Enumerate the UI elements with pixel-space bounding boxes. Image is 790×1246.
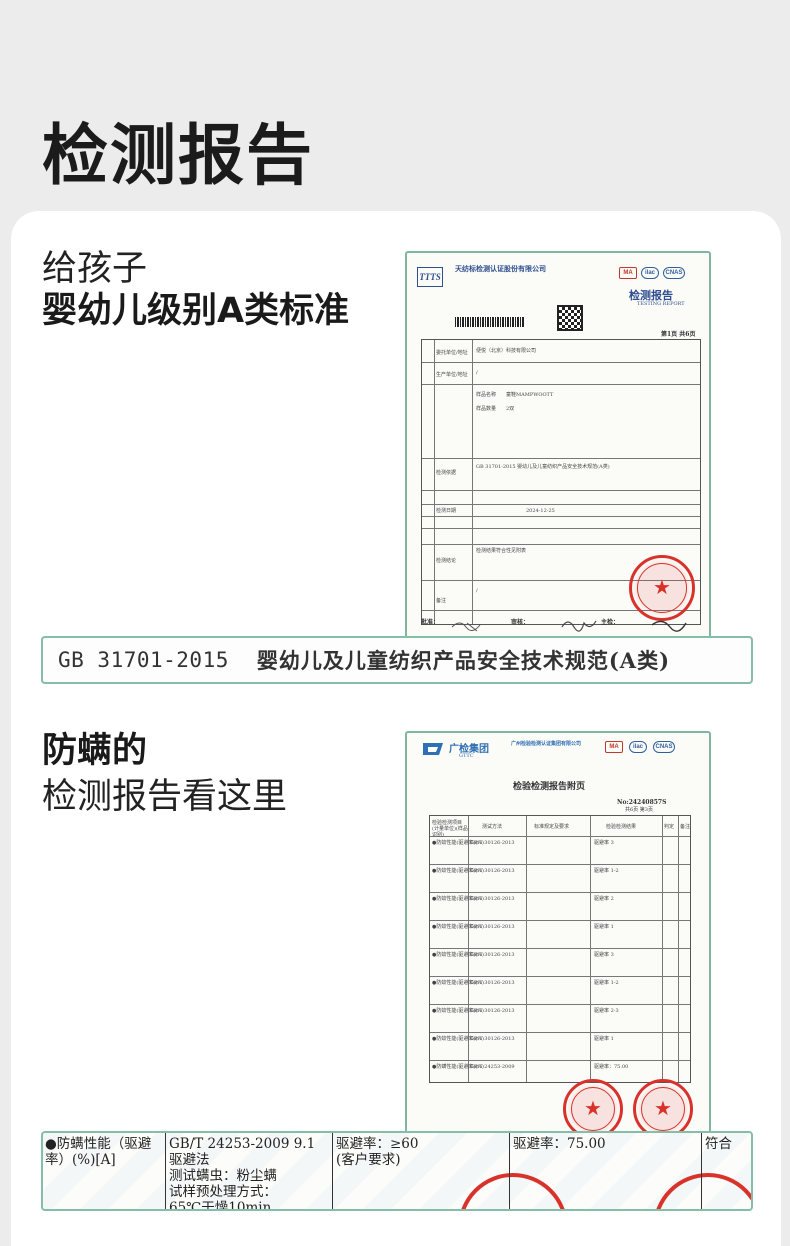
table-cell: 驱避率 1-2	[594, 980, 619, 986]
report1-doc-subtitle: TESTING REPORT	[637, 301, 685, 307]
cnas-badge-icon: CNAS	[663, 267, 685, 279]
report2-org-name: 广州检验检测认证集团有限公司	[511, 741, 582, 747]
cnas-badge-icon: CNAS	[653, 741, 675, 753]
report2-page-info: 共6页 第3页	[625, 807, 653, 813]
signature-icon	[451, 620, 687, 632]
standard-code: GB 31701-2015	[58, 648, 229, 672]
section-a-line1: 给孩子	[42, 249, 148, 289]
section-b-line1: 防螨的	[42, 731, 148, 771]
standard-name: 婴幼儿及儿童纺织产品安全技术规范(A类)	[256, 648, 671, 673]
table-header: 检验检测结果	[606, 824, 637, 830]
report2-report-no: No:24240857S	[617, 799, 667, 806]
table-cell: 驱避率 2-3	[594, 1008, 619, 1014]
table-cell: GB/T 30126-2013	[470, 980, 515, 986]
mite-result-banner: ●防螨性能（驱避 率）(%)[A] GB/T 24253-2009 9.1 驱避…	[41, 1131, 753, 1211]
ilac-badge-icon: ilac	[629, 741, 647, 753]
table-cell: GB/T 24253-2009	[470, 1064, 515, 1070]
table-cell: /	[476, 370, 478, 376]
table-cell: 驱避率 1	[594, 924, 614, 930]
page-title: 检测报告	[42, 117, 314, 194]
cma-badge-icon: MA	[605, 741, 623, 753]
table-row: 委托单位/地址	[436, 350, 468, 356]
test-report-image-1: TTTS 天纺标检测认证股份有限公司 MA ilac CNAS 检测报告 TES…	[405, 251, 711, 641]
mite-method: GB/T 24253-2009 9.1 驱避法 测试螨虫：粉尘螨 试样预处理方式…	[169, 1136, 316, 1211]
section-a-heading: 给孩子 婴幼儿级别A类标准	[42, 248, 349, 332]
gttc-logo-icon	[423, 743, 443, 755]
table-row: 检测日期	[436, 508, 457, 514]
table-header: 标准规定及要求	[534, 824, 570, 830]
report1-page-info: 第1页 共6页	[661, 331, 696, 338]
table-row: 样品数量	[476, 406, 497, 412]
table-cell: 便悦（北京）科技有限公司	[476, 348, 537, 354]
table-cell: 驱避率 1	[594, 1036, 614, 1042]
mite-verdict: 符合	[705, 1136, 732, 1152]
section-b-heading: 防螨的 检测报告看这里	[42, 728, 287, 820]
barcode-icon	[455, 317, 525, 327]
table-cell: 驱避率 2	[594, 896, 614, 902]
table-row: 检测结论	[436, 558, 457, 564]
table-cell: GB 31701-2015 婴幼儿及儿童纺织产品安全技术规范(A类)	[476, 464, 610, 470]
table-header: 判定	[664, 824, 675, 830]
table-row: 样品名称	[476, 392, 497, 398]
table-cell: 2024-12-25	[526, 508, 555, 514]
table-row: 生产单位/地址	[436, 372, 468, 378]
table-cell: GB/T 30126-2013	[470, 1036, 515, 1042]
report2-table: 检验检测项目(计量单位)(样品识别) 测试方法 标准规定及要求 检验检测结果 判…	[429, 815, 691, 1083]
table-header: 备注	[680, 824, 691, 830]
ttts-logo-icon: TTTS	[417, 267, 443, 287]
table-cell: GB/T 30126-2013	[470, 868, 515, 874]
table-cell: GB/T 30126-2013	[470, 840, 515, 846]
mite-requirement: 驱避率：≥60 (客户要求)	[336, 1136, 419, 1168]
red-seal-stamp-icon: ★	[633, 1079, 693, 1139]
table-cell: 检测结果符合性见附表	[476, 548, 527, 554]
table-cell: GB/T 30126-2013	[470, 896, 515, 902]
test-report-image-2: 广检集团 GTTC 广州检验检测认证集团有限公司 MA ilac CNAS 检验…	[405, 731, 711, 1151]
table-cell: 驱避率：75.00	[594, 1064, 629, 1070]
report2-doc-title: 检验检测报告附页	[513, 782, 586, 792]
approve-label: 批准：	[421, 619, 440, 626]
mite-item: ●防螨性能（驱避 率）(%)[A]	[45, 1136, 152, 1168]
table-cell: GB/T 30126-2013	[470, 1008, 515, 1014]
section-b-line2: 检测报告看这里	[42, 777, 288, 817]
table-cell: /	[476, 588, 478, 594]
standard-banner: GB 31701-2015 婴幼儿及儿童纺织产品安全技术规范(A类)	[41, 636, 753, 684]
report1-org-name: 天纺标检测认证股份有限公司	[455, 264, 546, 273]
table-header: 测试方法	[482, 824, 503, 830]
table-cell: 驱避率 3	[594, 840, 614, 846]
table-row: 检测依据	[436, 470, 457, 476]
table-cell: 驱避率 3	[594, 952, 614, 958]
red-seal-stamp-icon: ★	[629, 555, 695, 621]
table-cell: 童鞋MAMPWOOTT	[506, 392, 554, 398]
qr-code-icon	[557, 305, 583, 331]
table-row: 备注	[436, 598, 447, 604]
report2-logo-sub: GTTC	[459, 753, 474, 759]
cma-badge-icon: MA	[619, 267, 637, 279]
table-cell: GB/T 30126-2013	[470, 952, 515, 958]
table-cell: GB/T 30126-2013	[470, 924, 515, 930]
table-cell: 驱避率 1-2	[594, 868, 619, 874]
ilac-badge-icon: ilac	[641, 267, 659, 279]
red-seal-stamp-icon: ★	[563, 1079, 623, 1139]
table-cell: 2双	[506, 406, 515, 412]
table-header: 检验检测项目(计量单位)(样品识别)	[432, 820, 468, 838]
section-a-line2: 婴幼儿级别A类标准	[42, 291, 350, 331]
mite-result: 驱避率：75.00	[513, 1136, 606, 1152]
